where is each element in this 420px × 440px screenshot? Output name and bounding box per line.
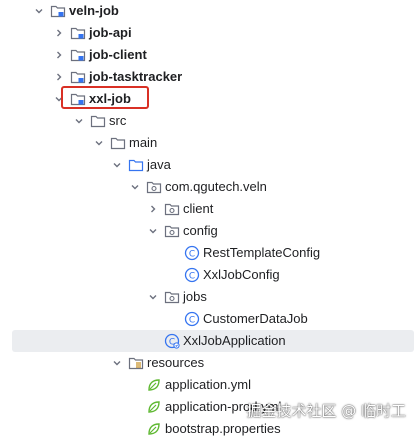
package-icon <box>164 289 180 305</box>
chevron-down-icon[interactable] <box>110 356 124 370</box>
watermark: 掘金技术社区 @ 临时工 <box>246 402 406 420</box>
package-icon <box>164 201 180 217</box>
tree-node-rest-template-config[interactable]: C RestTemplateConfig <box>0 242 420 264</box>
tree-node-label: client <box>183 201 214 216</box>
tree-node-customer-data-job[interactable]: C CustomerDataJob <box>0 308 420 330</box>
chevron-down-icon[interactable] <box>128 180 142 194</box>
chevron-right-icon[interactable] <box>146 202 160 216</box>
module-folder-icon <box>50 3 66 19</box>
tree-node-xxl-job-config[interactable]: C XxlJobConfig <box>0 264 420 286</box>
tree-node-job-client[interactable]: job-client <box>0 44 420 66</box>
source-folder-icon <box>128 157 144 173</box>
tree-node-label: application.yml <box>165 377 251 392</box>
chevron-down-icon[interactable] <box>52 92 66 106</box>
folder-icon <box>90 113 106 129</box>
chevron-right-icon[interactable] <box>52 48 66 62</box>
tree-node-src[interactable]: src <box>0 110 420 132</box>
package-icon <box>164 223 180 239</box>
tree-node-veln-job[interactable]: veln-job <box>0 0 420 22</box>
spring-config-icon <box>146 399 162 415</box>
tree-node-job-tasktracker[interactable]: job-tasktracker <box>0 66 420 88</box>
chevron-down-icon[interactable] <box>146 224 160 238</box>
folder-icon <box>110 135 126 151</box>
svg-text:C: C <box>189 315 195 325</box>
tree-node-label: XxlJobConfig <box>203 267 280 282</box>
tree-node-label: com.qgutech.veln <box>165 179 267 194</box>
chevron-down-icon[interactable] <box>110 158 124 172</box>
tree-node-label: job-client <box>89 47 147 62</box>
tree-node-label: xxl-job <box>89 91 131 106</box>
chevron-right-icon[interactable] <box>52 70 66 84</box>
tree-node-label: src <box>109 113 127 128</box>
chevron-down-icon[interactable] <box>32 4 46 18</box>
tree-node-job-api[interactable]: job-api <box>0 22 420 44</box>
class-icon: C <box>184 267 200 283</box>
resources-folder-icon <box>128 355 144 371</box>
tree-node-xxl-job-application[interactable]: C XxlJobApplication <box>12 330 414 352</box>
chevron-down-icon[interactable] <box>146 290 160 304</box>
tree-node-label: config <box>183 223 218 238</box>
tree-node-label: job-tasktracker <box>89 69 183 84</box>
module-folder-icon <box>70 69 86 85</box>
tree-node-bootstrap-properties[interactable]: bootstrap.properties <box>0 418 420 440</box>
class-icon: C <box>184 311 200 327</box>
tree-node-xxl-job[interactable]: xxl-job <box>0 88 420 110</box>
module-folder-icon <box>70 91 86 107</box>
project-tree: veln-job job-api job-client job-tasktrac… <box>0 0 420 440</box>
svg-text:C: C <box>189 249 195 259</box>
tree-node-label: RestTemplateConfig <box>203 245 321 260</box>
spring-boot-class-icon: C <box>164 333 180 349</box>
tree-node-label: CustomerDataJob <box>203 311 308 326</box>
svg-text:C: C <box>189 271 195 281</box>
chevron-down-icon[interactable] <box>72 114 86 128</box>
tree-node-main[interactable]: main <box>0 132 420 154</box>
tree-node-resources[interactable]: resources <box>0 352 420 374</box>
tree-node-client[interactable]: client <box>0 198 420 220</box>
class-icon: C <box>184 245 200 261</box>
tree-node-label: XxlJobApplication <box>183 333 286 348</box>
tree-node-label: veln-job <box>69 3 119 18</box>
module-folder-icon <box>70 25 86 41</box>
chevron-down-icon[interactable] <box>92 136 106 150</box>
tree-node-java[interactable]: java <box>0 154 420 176</box>
tree-node-label: bootstrap.properties <box>165 421 281 436</box>
tree-node-label: resources <box>147 355 205 370</box>
tree-node-label: main <box>129 135 158 150</box>
tree-node-config[interactable]: config <box>0 220 420 242</box>
tree-node-application-yml[interactable]: application.yml <box>0 374 420 396</box>
tree-node-label: job-api <box>89 25 132 40</box>
package-icon <box>146 179 162 195</box>
spring-config-icon <box>146 377 162 393</box>
tree-node-label: java <box>147 157 171 172</box>
tree-node-package[interactable]: com.qgutech.veln <box>0 176 420 198</box>
tree-node-label: jobs <box>183 289 207 304</box>
tree-node-jobs[interactable]: jobs <box>0 286 420 308</box>
chevron-right-icon[interactable] <box>52 26 66 40</box>
spring-config-icon <box>146 421 162 437</box>
module-folder-icon <box>70 47 86 63</box>
